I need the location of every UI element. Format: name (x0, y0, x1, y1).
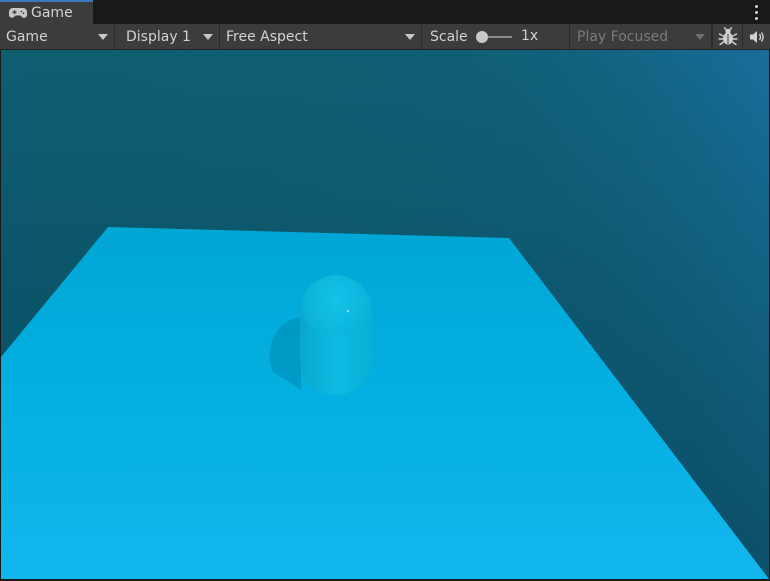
display-dropdown[interactable]: Display 1 (115, 24, 220, 49)
play-mode-label: Play Focused (577, 28, 669, 45)
game-viewport[interactable] (1, 50, 769, 579)
gamepad-icon (9, 8, 27, 18)
tab-bar: Game (0, 0, 770, 25)
aspect-label: Free Aspect (226, 28, 308, 45)
more-options-icon[interactable] (750, 3, 762, 21)
view-mode-dropdown[interactable]: Game (0, 24, 115, 49)
aspect-dropdown[interactable]: Free Aspect (220, 24, 422, 49)
game-toolbar: Game Display 1 Free Aspect Scale 1x Play… (0, 24, 770, 50)
bug-icon (717, 26, 738, 45)
capsule-object (300, 275, 372, 395)
scale-label: Scale (430, 28, 468, 45)
audio-mute-button[interactable] (742, 24, 770, 49)
chevron-down-icon (695, 34, 705, 40)
scale-value: 1x (521, 28, 539, 44)
chevron-down-icon (98, 34, 108, 40)
play-mode-dropdown[interactable]: Play Focused (570, 24, 712, 49)
display-label: Display 1 (126, 28, 191, 45)
chevron-down-icon (203, 34, 213, 40)
game-window: Game Game Display 1 Free Aspect Scale 1x… (0, 0, 770, 581)
speaker-icon (749, 30, 764, 43)
scale-slider-handle[interactable] (476, 31, 488, 43)
view-mode-label: Game (6, 28, 48, 45)
tab-label: Game (31, 5, 73, 21)
tab-game[interactable]: Game (0, 0, 93, 24)
stats-button[interactable] (712, 24, 742, 49)
chevron-down-icon (405, 34, 415, 40)
scene-render (1, 50, 769, 579)
scale-control: Scale 1x (422, 24, 570, 49)
